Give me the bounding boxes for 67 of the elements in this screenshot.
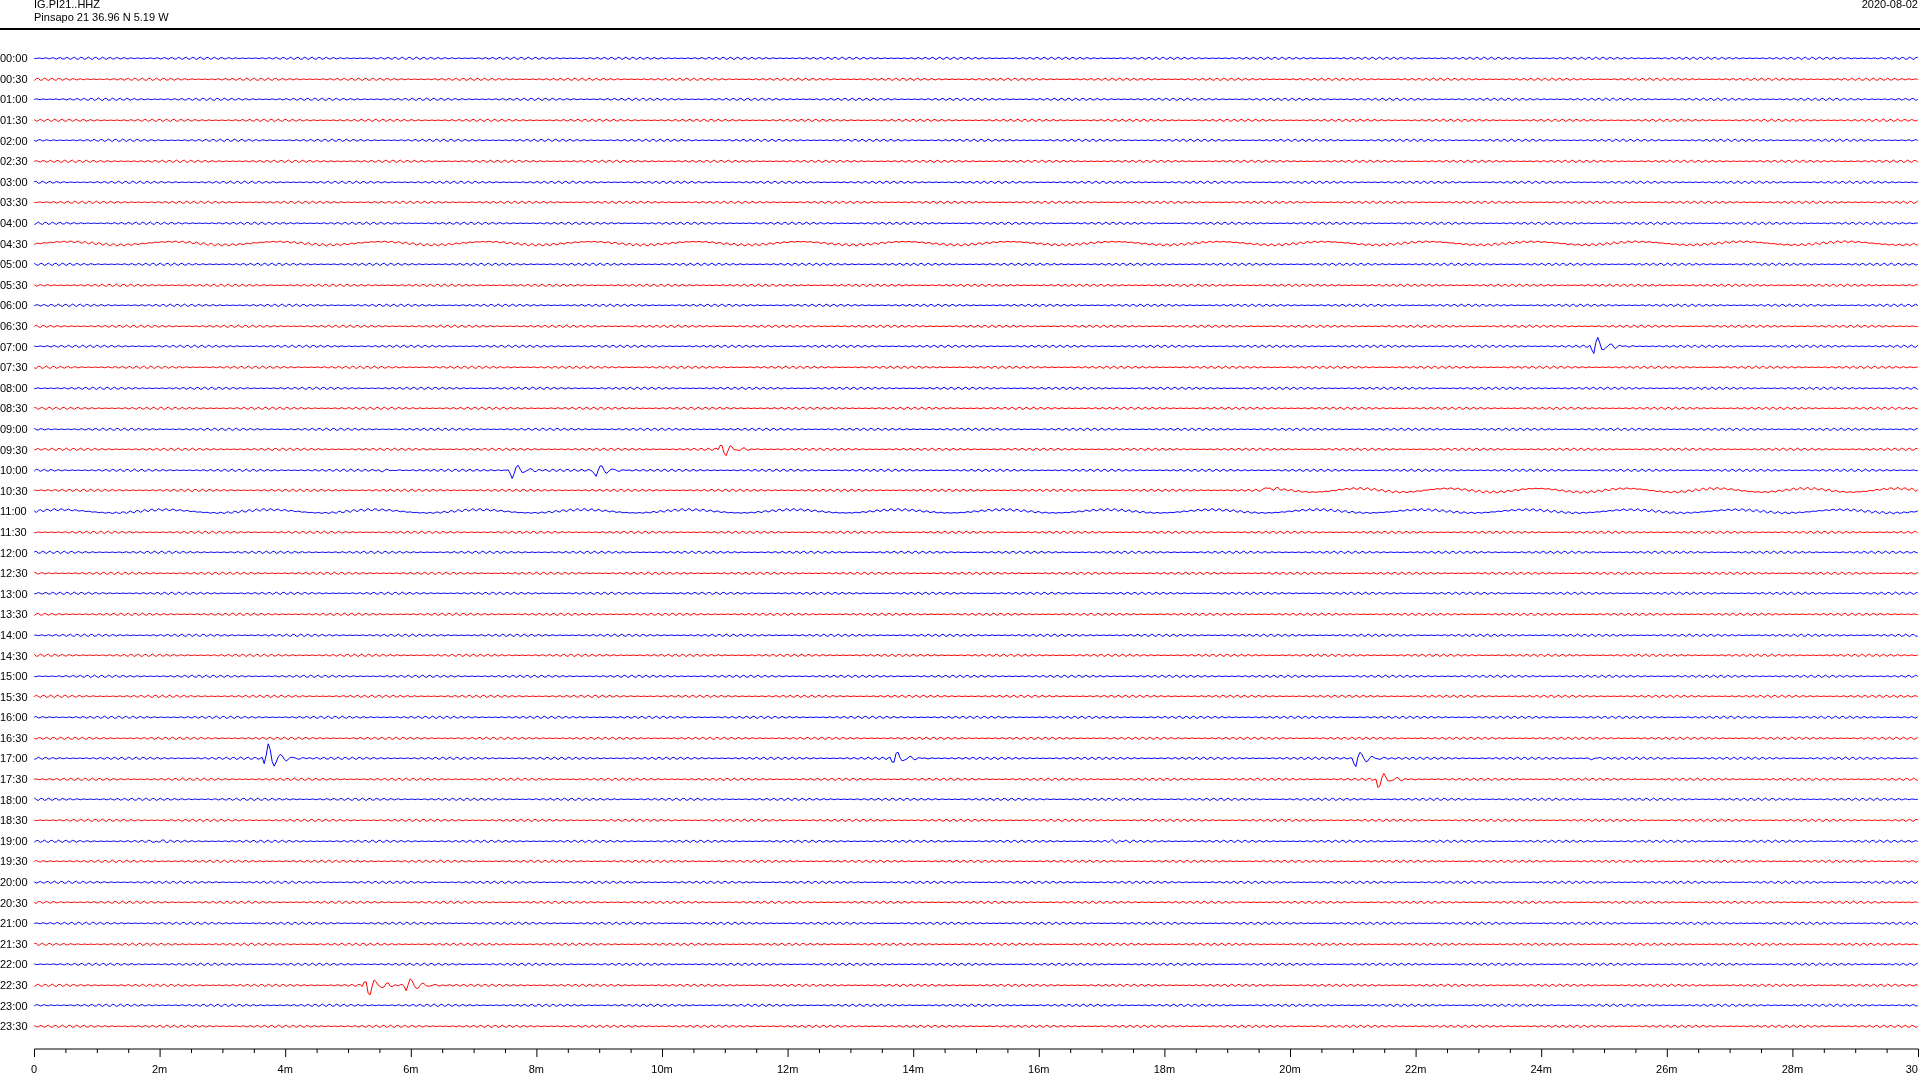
- time-label: 20:00: [0, 876, 29, 889]
- time-label: 17:00: [0, 752, 29, 765]
- axis-label: 4m: [277, 1062, 293, 1075]
- time-label: 08:30: [0, 402, 29, 415]
- time-label: 06:00: [0, 299, 29, 312]
- time-label: 08:00: [0, 381, 29, 394]
- time-label: 19:30: [0, 855, 29, 868]
- time-label: 23:30: [0, 1020, 29, 1033]
- axis-label: 24m: [1530, 1062, 1552, 1075]
- axis-label: 22m: [1404, 1062, 1427, 1075]
- time-label: 15:00: [0, 670, 29, 683]
- time-label: 13:30: [0, 608, 29, 621]
- time-label: 10:30: [0, 484, 29, 497]
- axis-label: 10m: [651, 1062, 673, 1075]
- time-label: 03:00: [0, 175, 29, 188]
- axis-label: 20m: [1279, 1062, 1301, 1075]
- time-label: 07:30: [0, 361, 29, 374]
- time-label: 18:00: [0, 793, 29, 806]
- time-label: 04:30: [0, 237, 29, 250]
- time-label: 20:30: [0, 896, 29, 909]
- axis-label: 12m: [776, 1062, 799, 1075]
- axis-label: 26m: [1656, 1062, 1678, 1075]
- axis-label: 28m: [1781, 1062, 1804, 1075]
- time-label: 12:00: [0, 546, 29, 559]
- time-label: 03:30: [0, 196, 29, 209]
- axis-label: 30: [1905, 1062, 1918, 1075]
- time-label: 18:30: [0, 814, 29, 827]
- axis-label: 8m: [528, 1062, 545, 1075]
- axis-label: 14m: [902, 1062, 924, 1075]
- time-label: 16:30: [0, 731, 29, 744]
- time-label: 04:00: [0, 217, 29, 230]
- time-label: 16:00: [0, 711, 29, 724]
- time-label: 01:00: [0, 93, 29, 106]
- station-code: IG.PI21..HHZ: [34, 0, 102, 11]
- time-label: 05:30: [0, 278, 29, 291]
- time-label: 07:00: [0, 340, 29, 353]
- time-label: 21:30: [0, 937, 29, 950]
- station-location: Pinsapo 21 36.96 N 5.19 W: [34, 11, 169, 24]
- plot-date: 2020-08-02: [1861, 0, 1918, 12]
- time-label: 06:30: [0, 320, 29, 332]
- time-label: 11:30: [0, 525, 28, 538]
- time-label: 01:30: [0, 114, 29, 127]
- axis-label: 18m: [1153, 1062, 1176, 1075]
- time-label: 14:30: [0, 649, 29, 662]
- time-label: 11:00: [0, 505, 28, 518]
- time-label: 22:00: [0, 958, 29, 971]
- time-label: 10:00: [0, 464, 29, 477]
- time-label: 02:30: [0, 155, 29, 168]
- time-label: 05:00: [0, 258, 29, 271]
- time-label: 22:30: [0, 979, 29, 991]
- axis-label: 16m: [1028, 1062, 1050, 1075]
- axis-label: 2m: [151, 1062, 168, 1075]
- axis-label: 6m: [403, 1062, 419, 1075]
- time-label: 00:00: [0, 52, 29, 65]
- axis-label: 0: [30, 1062, 38, 1075]
- time-label: 02:00: [0, 134, 29, 147]
- time-label: 17:30: [0, 773, 29, 786]
- time-label: 19:00: [0, 834, 29, 847]
- time-label: 00:30: [0, 72, 29, 85]
- time-label: 14:00: [0, 628, 29, 641]
- time-label: 13:00: [0, 587, 29, 600]
- time-label: 15:30: [0, 690, 29, 703]
- time-label: 09:00: [0, 423, 29, 435]
- time-label: 12:30: [0, 567, 29, 580]
- time-label: 23:00: [0, 999, 29, 1012]
- time-label: 21:00: [0, 917, 29, 930]
- time-label: 09:30: [0, 443, 29, 456]
